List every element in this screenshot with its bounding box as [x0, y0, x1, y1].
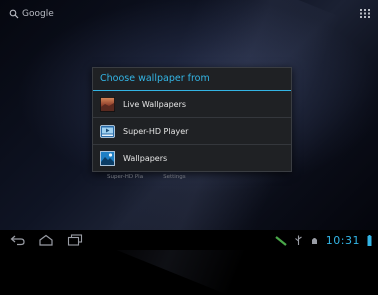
search-icon: [9, 9, 19, 19]
option-label: Live Wallpapers: [123, 99, 187, 109]
android-debug-icon: [311, 238, 317, 244]
home-icon[interactable]: [38, 234, 54, 246]
option-label: Super-HD Player: [123, 126, 189, 136]
usb-icon: [294, 235, 302, 245]
background-app-labels: Super-HD Pla Settings: [107, 174, 186, 180]
option-label: Wallpapers: [123, 153, 168, 163]
system-navigation-bar: 10:31: [0, 230, 378, 250]
google-search-bar[interactable]: Google: [9, 7, 54, 21]
option-super-hd-player[interactable]: Super-HD Player: [93, 118, 291, 145]
wallpapers-icon: [100, 150, 115, 166]
super-hd-player-icon: [100, 124, 115, 138]
recent-apps-icon[interactable]: [67, 234, 83, 246]
wallpaper-chooser-dialog: Choose wallpaper from Live Wallpapers Su…: [92, 67, 292, 172]
search-label: Google: [22, 9, 54, 19]
status-area[interactable]: 10:31: [275, 234, 372, 247]
option-wallpapers[interactable]: Wallpapers: [93, 145, 291, 171]
live-wallpapers-icon: [100, 96, 115, 112]
all-apps-icon[interactable]: [360, 9, 370, 18]
back-icon[interactable]: [10, 234, 26, 246]
dialog-title: Choose wallpaper from: [93, 68, 291, 91]
background-app-label[interactable]: Settings: [163, 174, 186, 180]
clock: 10:31: [325, 234, 360, 247]
download-notification-icon: [275, 235, 287, 246]
background-app-label[interactable]: Super-HD Pla: [107, 174, 143, 180]
option-live-wallpapers[interactable]: Live Wallpapers: [93, 91, 291, 118]
battery-icon: [367, 235, 372, 246]
